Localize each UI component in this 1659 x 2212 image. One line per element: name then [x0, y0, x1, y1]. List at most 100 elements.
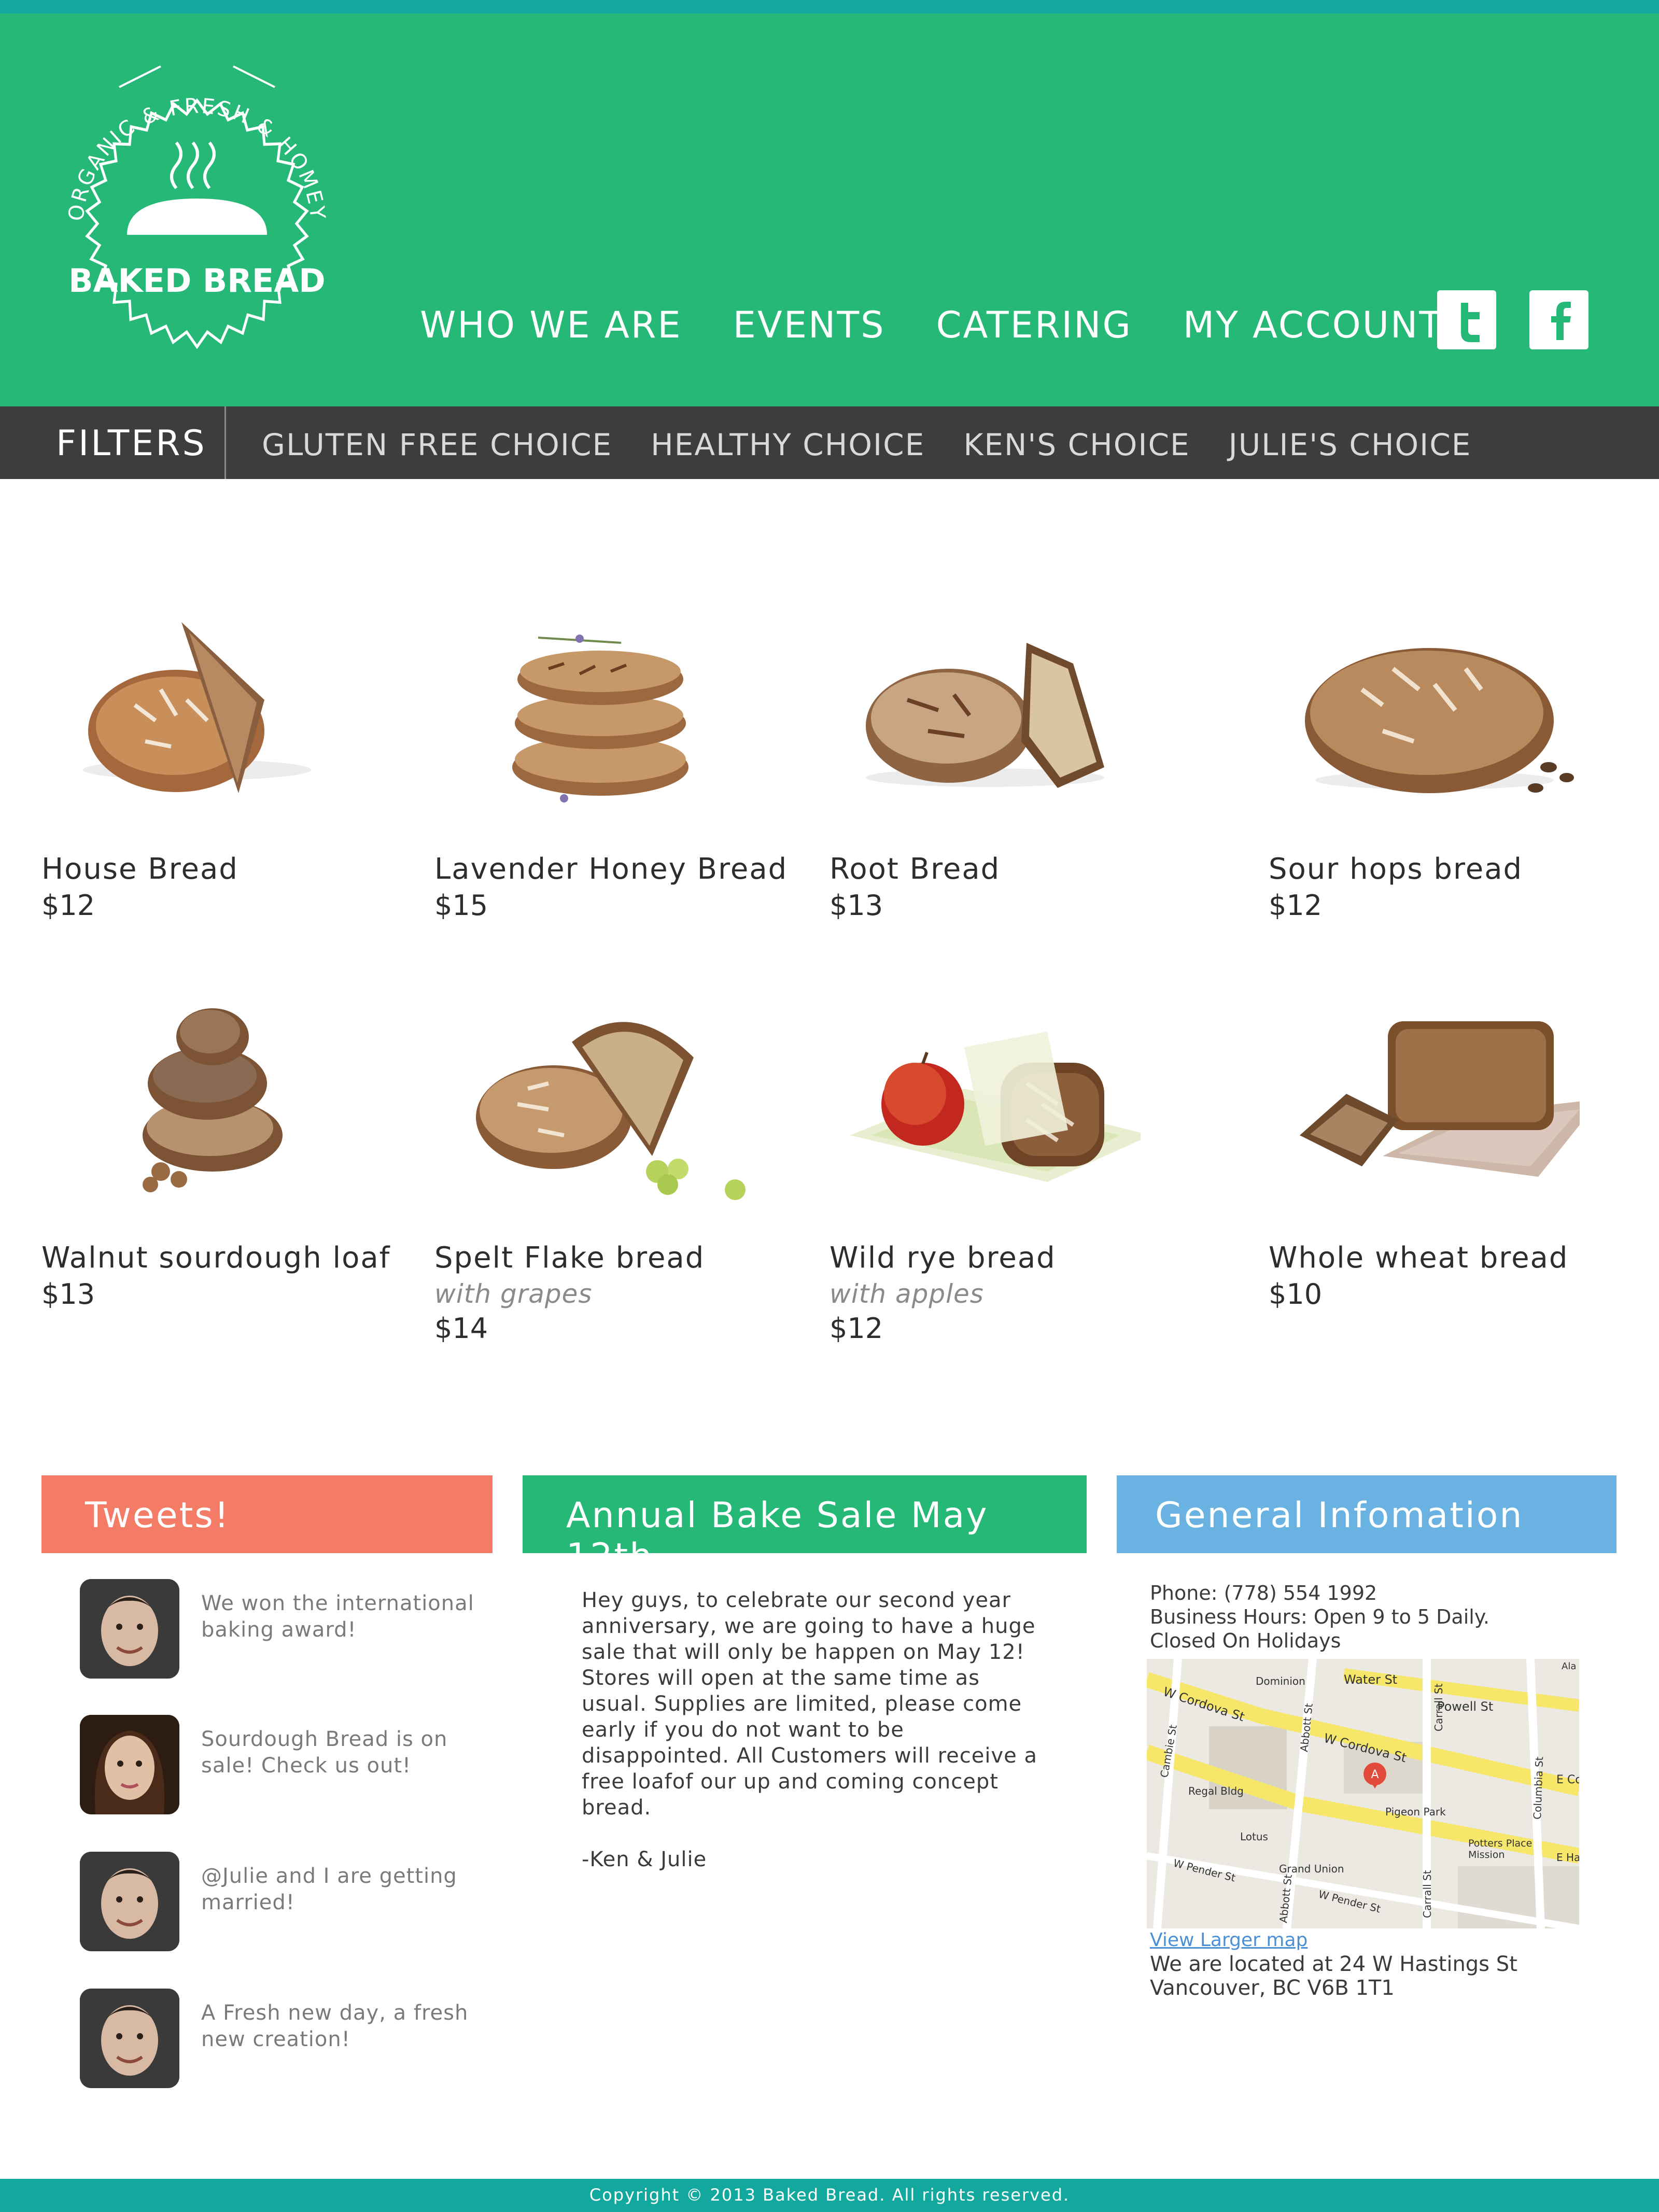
- map-label: Grand Union: [1279, 1863, 1344, 1875]
- avatar[interactable]: [80, 1579, 179, 1679]
- filters-divider: [224, 406, 226, 479]
- nav-events[interactable]: EVENTS: [733, 304, 885, 346]
- bake-sale-message: Hey guys, to celebrate our second year a…: [582, 1588, 1038, 1820]
- tweet-text: Sourdough Bread is on sale! Check us out…: [201, 1727, 448, 1778]
- product-image-wild-rye-bread[interactable]: [830, 1001, 1151, 1239]
- product-card[interactable]: House Bread $12: [41, 612, 425, 922]
- tweet-item: Sourdough Bread is on sale! Check us out…: [80, 1715, 495, 1819]
- location-line-2: Vancouver, BC V6B 1T1: [1150, 1976, 1395, 2000]
- phone-text: Phone: (778) 554 1992: [1150, 1582, 1377, 1604]
- bake-sale-signature: -Ken & Julie: [582, 1848, 707, 1871]
- product-card[interactable]: Spelt Flake bread with grapes $14: [434, 1001, 818, 1345]
- holidays-text: Closed On Holidays: [1150, 1629, 1341, 1652]
- business-info: Phone: (778) 554 1992 Business Hours: Op…: [1150, 1581, 1585, 1653]
- bake-sale-body: Hey guys, to celebrate our second year a…: [582, 1587, 1048, 1872]
- map-label: Ala: [1562, 1661, 1576, 1672]
- product-subtitle: with grapes: [434, 1279, 593, 1309]
- product-name: Whole wheat bread: [1269, 1241, 1569, 1275]
- product-image-house-bread[interactable]: [41, 612, 353, 850]
- product-name: Lavender Honey Bread: [434, 852, 788, 886]
- product-card[interactable]: Lavender Honey Bread $15: [434, 612, 818, 922]
- product-price: $13: [41, 1278, 95, 1311]
- map-label: Carrall St: [1432, 1683, 1445, 1731]
- logo-name: BAKED BREAD: [68, 262, 326, 300]
- view-larger-map-link[interactable]: View Larger map: [1150, 1929, 1307, 1951]
- map-label: Water St: [1344, 1672, 1397, 1687]
- filter-gluten-free[interactable]: GLUTEN FREE CHOICE: [262, 427, 612, 462]
- map-label: Columbia St: [1531, 1756, 1545, 1820]
- filters-title: FILTERS: [56, 423, 207, 464]
- product-image-sour-hops-bread[interactable]: [1269, 612, 1580, 850]
- general-info-header: General Infomation: [1117, 1475, 1616, 1553]
- filter-kens-choice[interactable]: KEN'S CHOICE: [963, 427, 1190, 462]
- map-label: Potters Place: [1468, 1838, 1532, 1849]
- nav-my-account[interactable]: MY ACCOUNT: [1183, 304, 1443, 346]
- top-accent-line: [0, 0, 1659, 13]
- avatar[interactable]: [80, 1989, 179, 2088]
- product-name: Wild rye bread: [830, 1241, 1056, 1275]
- product-price: $13: [830, 889, 883, 922]
- product-card[interactable]: Whole wheat bread $10: [1269, 1001, 1652, 1311]
- tweet-item: A Fresh new day, a fresh new creation!: [80, 1989, 495, 2092]
- tweet-text: @Julie and I are getting married!: [201, 1864, 457, 1914]
- bake-sale-header: Annual Bake Sale May 12th: [523, 1475, 1087, 1577]
- product-name: Sour hops bread: [1269, 852, 1523, 886]
- map-label: Mission: [1468, 1849, 1505, 1861]
- map-label: Powell St: [1437, 1699, 1493, 1714]
- map-label: Lotus: [1240, 1830, 1268, 1843]
- copyright-text: Copyright © 2013 Baked Bread. All rights…: [589, 2185, 1070, 2205]
- product-image-spelt-flake-bread[interactable]: [434, 1001, 746, 1239]
- tweets-header: Tweets!: [41, 1475, 493, 1553]
- product-price: $12: [830, 1312, 883, 1345]
- location-map[interactable]: Water St Dominion Powell St W Cordova St…: [1147, 1659, 1579, 1928]
- location-line-1: We are located at 24 W Hastings St: [1150, 1952, 1517, 1976]
- map-label: Carrall St: [1421, 1870, 1433, 1918]
- product-price: $12: [41, 889, 95, 922]
- product-price: $14: [434, 1312, 488, 1345]
- nav-catering[interactable]: CATERING: [936, 304, 1132, 346]
- product-card[interactable]: Sour hops bread $12: [1269, 612, 1652, 922]
- map-label: E Ha: [1556, 1851, 1579, 1864]
- site-footer: Copyright © 2013 Baked Bread. All rights…: [0, 2179, 1659, 2212]
- product-card[interactable]: Wild rye bread with apples $12: [830, 1001, 1213, 1345]
- facebook-icon: [1551, 302, 1571, 340]
- map-label: Dominion: [1256, 1675, 1305, 1687]
- product-subtitle: with apples: [830, 1279, 984, 1309]
- map-label: Pigeon Park: [1385, 1806, 1446, 1818]
- product-price: $10: [1269, 1278, 1323, 1311]
- filter-bar: FILTERS GLUTEN FREE CHOICE HEALTHY CHOIC…: [0, 406, 1659, 479]
- tweet-item: We won the international baking award!: [80, 1579, 495, 1683]
- avatar[interactable]: [80, 1715, 179, 1814]
- product-name: Spelt Flake bread: [434, 1241, 705, 1275]
- product-price: $15: [434, 889, 488, 922]
- site-header: ORGANIC & FRESH & HOMEY BAKED BREAD WHO …: [0, 13, 1659, 406]
- avatar[interactable]: [80, 1852, 179, 1951]
- product-image-walnut-sourdough[interactable]: [41, 1001, 353, 1239]
- twitter-icon: [1461, 303, 1480, 342]
- map-label: E Co: [1556, 1773, 1579, 1786]
- tweet-text: We won the international baking award!: [201, 1591, 474, 1642]
- product-name: Walnut sourdough loaf: [41, 1241, 391, 1275]
- filter-healthy[interactable]: HEALTHY CHOICE: [651, 427, 925, 462]
- tweet-text: A Fresh new day, a fresh new creation!: [201, 2001, 469, 2051]
- baked-bread-logo[interactable]: ORGANIC & FRESH & HOMEY BAKED BREAD: [41, 56, 353, 377]
- hours-text: Business Hours: Open 9 to 5 Daily.: [1150, 1605, 1489, 1628]
- product-card[interactable]: Walnut sourdough loaf $13: [41, 1001, 425, 1311]
- location-text: We are located at 24 W Hastings St Vanco…: [1150, 1952, 1616, 2000]
- map-label: Regal Bldg: [1188, 1785, 1244, 1797]
- product-price: $12: [1269, 889, 1323, 922]
- product-image-lavender-honey-bread[interactable]: [434, 612, 746, 850]
- nav-who-we-are[interactable]: WHO WE ARE: [420, 304, 682, 346]
- product-name: Root Bread: [830, 852, 1001, 886]
- tweet-item: @Julie and I are getting married!: [80, 1852, 495, 1955]
- product-card[interactable]: Root Bread $13: [830, 612, 1213, 922]
- filter-list: GLUTEN FREE CHOICE HEALTHY CHOICE KEN'S …: [262, 427, 1471, 462]
- facebook-button[interactable]: [1529, 290, 1588, 349]
- twitter-button[interactable]: [1437, 290, 1496, 349]
- product-name: House Bread: [41, 852, 238, 886]
- main-nav: WHO WE ARE EVENTS CATERING MY ACCOUNT: [420, 304, 1443, 346]
- product-image-whole-wheat-bread[interactable]: [1269, 1001, 1600, 1239]
- product-image-root-bread[interactable]: [830, 612, 1141, 850]
- map-marker-label: A: [1371, 1768, 1379, 1781]
- filter-julies-choice[interactable]: JULIE'S CHOICE: [1229, 427, 1472, 462]
